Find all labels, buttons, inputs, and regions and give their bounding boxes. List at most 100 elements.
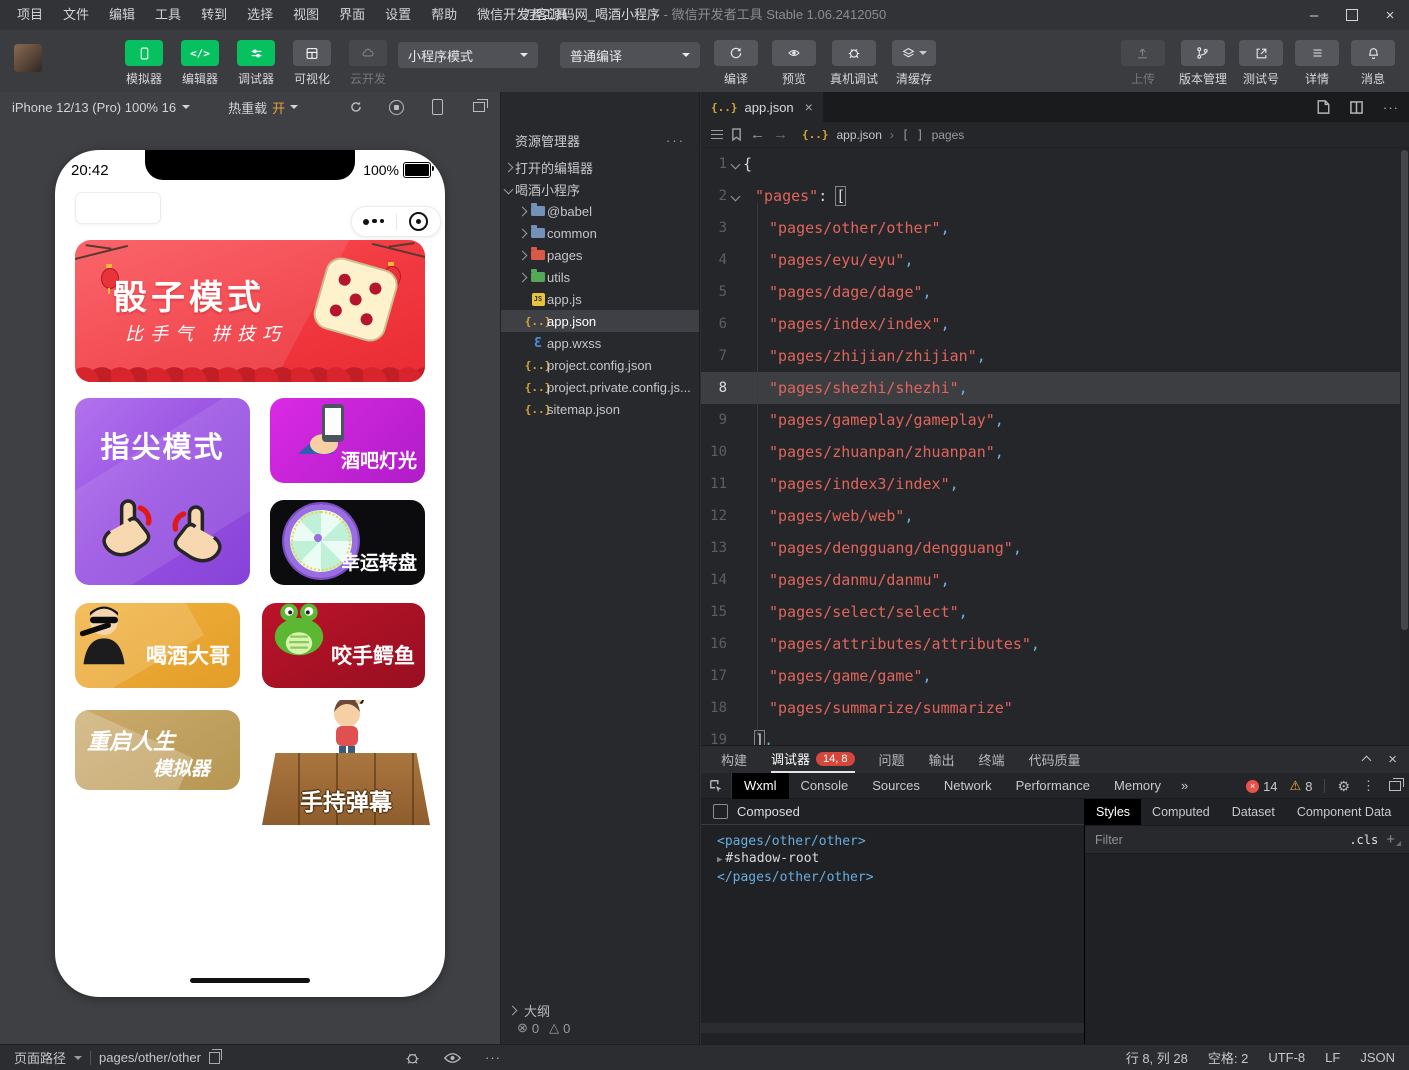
nav-back-placeholder[interactable] [75, 192, 161, 224]
outline-section[interactable]: 大纲 [501, 1000, 699, 1020]
code-line-8[interactable]: 8"pages/shezhi/shezhi", [701, 372, 1409, 404]
editor-more-icon[interactable]: ··· [1383, 100, 1399, 115]
preview-eye-icon[interactable] [444, 1052, 461, 1064]
详情-button[interactable]: 详情 [1295, 40, 1339, 87]
file-common[interactable]: common [501, 222, 699, 244]
模拟器-button[interactable]: 模拟器 [120, 40, 168, 87]
bookmark-icon[interactable] [731, 128, 742, 141]
editor-scrollbar[interactable] [1400, 148, 1409, 745]
清缓存-button[interactable]: 清缓存 [892, 40, 936, 87]
restart-icon[interactable] [348, 100, 363, 115]
sim-more-icon[interactable]: ··· [485, 1050, 501, 1065]
styles-tab-computed[interactable]: Computed [1141, 799, 1221, 825]
close-icon[interactable]: × [1371, 0, 1409, 30]
code-line-1[interactable]: 1{ [701, 148, 1409, 180]
vconsole-bug-icon[interactable] [405, 1051, 420, 1065]
hot-reload-toggle[interactable]: 热重载 开 [228, 98, 298, 117]
tile-fingertip-mode[interactable]: 指尖模式 [75, 398, 250, 585]
devtools-tab-Sources[interactable]: Sources [860, 773, 932, 799]
code-line-6[interactable]: 6"pages/index/index", [701, 308, 1409, 340]
collapse-panel-icon[interactable] [1363, 752, 1370, 767]
tile-bar-lights[interactable]: 酒吧灯光 [270, 398, 425, 483]
测试号-button[interactable]: 测试号 [1239, 40, 1283, 87]
detach-window-icon[interactable] [471, 100, 486, 115]
avatar[interactable] [14, 44, 42, 72]
more-menu-icon[interactable] [352, 219, 396, 225]
stop-record-icon[interactable] [389, 100, 404, 115]
copy-path-icon[interactable] [209, 1052, 220, 1064]
menu-视图[interactable]: 视图 [284, 0, 328, 30]
code-line-3[interactable]: 3"pages/other/other", [701, 212, 1409, 244]
panel-tab-代码质量[interactable]: 代码质量 [1029, 746, 1081, 773]
menu-微信开发者工具[interactable]: 微信开发者工具 [468, 0, 577, 30]
styles-tab-styles[interactable]: Styles [1085, 799, 1141, 825]
styles-tab-dataset[interactable]: Dataset [1221, 799, 1286, 825]
code-line-15[interactable]: 15"pages/select/select", [701, 596, 1409, 628]
file-app.wxss[interactable]: 3app.wxss [501, 332, 699, 354]
close-panel-icon[interactable]: × [1388, 751, 1397, 768]
devtools-settings-icon[interactable]: ⚙ [1337, 778, 1350, 795]
menu-工具[interactable]: 工具 [146, 0, 190, 30]
console-error-icon[interactable]: × [1246, 780, 1259, 793]
styles-tab-component-data[interactable]: Component Data [1286, 799, 1403, 825]
devtools-detach-icon[interactable] [1389, 781, 1401, 791]
style-filter-input[interactable] [1093, 832, 1341, 848]
dom-node-open[interactable]: <pages/other/other> [717, 833, 1084, 850]
cls-toggle[interactable]: .cls [1349, 833, 1378, 847]
panel-tab-输出[interactable]: 输出 [929, 746, 955, 773]
back-icon[interactable]: ← [750, 126, 765, 143]
dom-node-shadow-root[interactable]: ▶#shadow-root [717, 850, 1084, 869]
devtools-tab-Memory[interactable]: Memory [1102, 773, 1173, 799]
rotate-device-icon[interactable] [430, 100, 445, 115]
menu-选择[interactable]: 选择 [238, 0, 282, 30]
云开发-button[interactable]: 云开发 [344, 40, 392, 87]
forward-icon[interactable]: → [773, 126, 788, 143]
status-行[interactable]: 行 8, 列 28 [1126, 1048, 1188, 1067]
menu-帮助[interactable]: 帮助 [422, 0, 466, 30]
wxml-scrollbar[interactable] [701, 1023, 1084, 1033]
code-line-2[interactable]: 2"pages": [ [701, 180, 1409, 212]
tile-handheld-danmaku[interactable]: 手持弹幕 [262, 700, 430, 825]
code-line-9[interactable]: 9"pages/gameplay/gameplay", [701, 404, 1409, 436]
panel-tab-问题[interactable]: 问题 [879, 746, 905, 773]
panel-tab-终端[interactable]: 终端 [979, 746, 1005, 773]
new-style-rule-icon[interactable]: + [1386, 831, 1401, 848]
file-@babel[interactable]: @babel [501, 200, 699, 222]
file-app.js[interactable]: JSapp.js [501, 288, 699, 310]
tree-section-喝酒小程序[interactable]: 喝酒小程序 [501, 178, 699, 200]
code-line-19[interactable]: 19], [701, 724, 1409, 745]
status-空格:[interactable]: 空格: 2 [1208, 1048, 1248, 1067]
可视化-button[interactable]: 可视化 [288, 40, 336, 87]
explorer-more-icon[interactable]: ··· [666, 133, 685, 148]
tile-dice-mode[interactable]: 骰子模式 比手气 拼技巧 [75, 240, 425, 382]
devtools-tab-Performance[interactable]: Performance [1004, 773, 1102, 799]
menu-转到[interactable]: 转到 [192, 0, 236, 30]
tile-lucky-wheel[interactable]: 幸运转盘 [270, 500, 425, 585]
上传-button[interactable]: 上传 [1119, 40, 1167, 87]
devtools-tab-Console[interactable]: Console [789, 773, 861, 799]
code-line-5[interactable]: 5"pages/dage/dage", [701, 276, 1409, 308]
compile-mode-select[interactable]: 普通编译 [560, 42, 700, 68]
maximize-icon[interactable] [1333, 0, 1371, 30]
status-JSON[interactable]: JSON [1360, 1050, 1395, 1065]
menu-项目[interactable]: 项目 [8, 0, 52, 30]
code-line-11[interactable]: 11"pages/index3/index", [701, 468, 1409, 500]
menu-设置[interactable]: 设置 [376, 0, 420, 30]
menu-界面[interactable]: 界面 [330, 0, 374, 30]
消息-button[interactable]: 消息 [1351, 40, 1395, 87]
device-select[interactable]: iPhone 12/13 (Pro) 100% 16 [0, 100, 190, 115]
预览-button[interactable]: 预览 [772, 40, 816, 87]
code-line-16[interactable]: 16"pages/attributes/attributes", [701, 628, 1409, 660]
code-content[interactable]: 1{2"pages": [3"pages/other/other",4"page… [701, 148, 1409, 745]
panel-tab-调试器[interactable]: 调试器14, 8 [771, 746, 854, 773]
tab-close-icon[interactable]: × [805, 99, 813, 115]
panel-tab-构建[interactable]: 构建 [721, 746, 747, 773]
status-LF[interactable]: LF [1325, 1050, 1340, 1065]
tile-crocodile-bite[interactable]: 咬手鳄鱼 [262, 603, 425, 688]
inspect-element-icon[interactable] [701, 773, 732, 799]
status-UTF-8[interactable]: UTF-8 [1268, 1050, 1305, 1065]
file-utils[interactable]: utils [501, 266, 699, 288]
split-editor-icon[interactable] [1350, 101, 1363, 114]
tab-app-json[interactable]: {..} app.json × [701, 92, 823, 122]
devtools-tab-Wxml[interactable]: Wxml [732, 773, 789, 799]
